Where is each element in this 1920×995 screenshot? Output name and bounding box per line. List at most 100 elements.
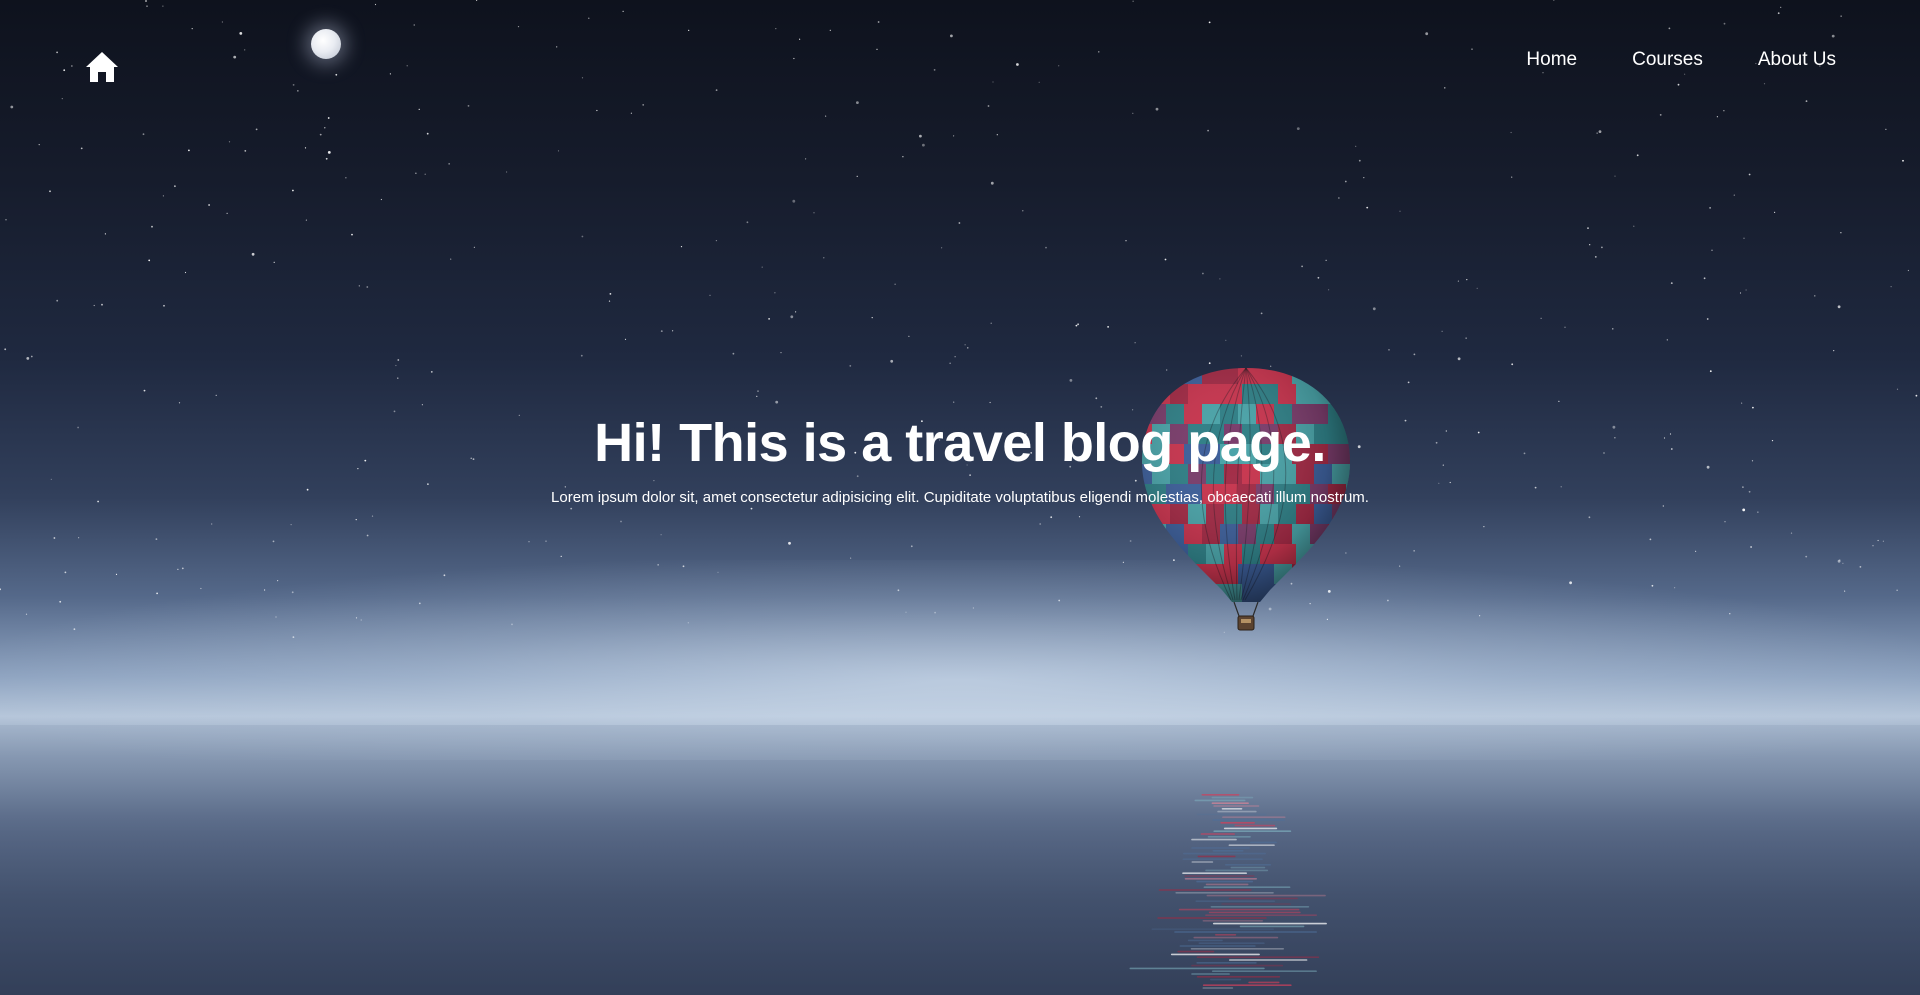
- star: [59, 600, 62, 603]
- star: [10, 105, 14, 109]
- star: [871, 317, 873, 319]
- balloon-tile: [1346, 368, 1350, 384]
- nav-link-home[interactable]: Home: [1526, 47, 1577, 73]
- star: [1479, 615, 1481, 617]
- star: [1674, 587, 1676, 589]
- star: [1225, 339, 1227, 341]
- reflection-streak: [1212, 850, 1244, 852]
- balloon-tile: [1332, 384, 1350, 404]
- star: [687, 622, 689, 624]
- star: [297, 90, 299, 92]
- reflection-streak: [1196, 976, 1281, 978]
- star: [1208, 21, 1211, 24]
- reflection-streak: [1197, 855, 1236, 858]
- star: [226, 212, 228, 214]
- star: [775, 400, 779, 404]
- reflection-streak: [1207, 836, 1251, 838]
- reflection-streak: [1202, 984, 1292, 986]
- star: [1058, 65, 1060, 67]
- reflection-streak: [1187, 939, 1223, 942]
- star: [642, 104, 645, 106]
- reflection-streak: [1157, 917, 1267, 919]
- balloon-tile: [1310, 368, 1328, 384]
- star: [174, 185, 176, 188]
- star: [1476, 287, 1478, 289]
- nav-link-courses[interactable]: Courses: [1632, 47, 1703, 73]
- star: [1733, 194, 1735, 196]
- star: [325, 157, 328, 160]
- hero-subtitle: Lorem ipsum dolor sit, amet consectetur …: [551, 489, 1369, 506]
- reflection-streak: [1202, 920, 1263, 922]
- star: [1601, 246, 1603, 249]
- star: [1132, 0, 1134, 2]
- star: [374, 3, 377, 6]
- star: [264, 589, 266, 591]
- star: [877, 21, 880, 23]
- balloon-tile: [1152, 584, 1170, 602]
- reflection-streak: [1174, 931, 1317, 933]
- reflection-streak: [1223, 827, 1278, 830]
- star: [1372, 307, 1376, 311]
- moon-icon: [311, 29, 341, 59]
- star: [1588, 516, 1591, 519]
- reflection-streak: [1179, 945, 1256, 947]
- balloon-tile: [1142, 524, 1148, 544]
- star: [143, 389, 146, 392]
- star: [78, 537, 80, 539]
- star: [1902, 159, 1904, 162]
- star: [358, 285, 360, 287]
- star: [1844, 590, 1846, 592]
- star: [1840, 232, 1842, 234]
- star: [406, 65, 408, 67]
- reflection-streak: [1191, 847, 1250, 849]
- star: [430, 371, 433, 373]
- star: [473, 246, 475, 248]
- reflection-streak: [1211, 802, 1249, 804]
- star: [761, 266, 763, 268]
- reflection-streak: [1208, 911, 1301, 914]
- star: [1328, 289, 1330, 291]
- star: [56, 51, 58, 54]
- star: [1399, 565, 1401, 567]
- star: [228, 141, 231, 143]
- star: [775, 28, 777, 30]
- star: [910, 545, 913, 548]
- star: [1896, 589, 1898, 591]
- star: [1896, 388, 1899, 390]
- star: [813, 212, 815, 214]
- star: [1833, 350, 1835, 352]
- reflection-streak: [1205, 883, 1249, 886]
- balloon-tile: [1350, 384, 1354, 404]
- star: [1325, 259, 1327, 261]
- star: [366, 534, 369, 537]
- star: [355, 617, 358, 619]
- star: [657, 564, 659, 566]
- reflection-streak: [1228, 844, 1275, 846]
- star: [1649, 538, 1652, 541]
- star: [1122, 561, 1124, 563]
- star: [908, 335, 910, 337]
- star: [1219, 278, 1221, 280]
- star: [155, 538, 158, 540]
- star: [958, 222, 961, 224]
- star: [239, 32, 243, 35]
- nav-link-about-us[interactable]: About Us: [1758, 47, 1836, 73]
- star: [1695, 550, 1697, 552]
- star: [1723, 22, 1726, 25]
- star: [156, 592, 159, 595]
- star: [1155, 107, 1159, 111]
- home-icon[interactable]: [84, 50, 120, 84]
- star: [933, 69, 936, 71]
- star: [1633, 225, 1635, 227]
- reflection-streak: [1196, 962, 1257, 964]
- star: [1840, 15, 1842, 17]
- star: [467, 105, 470, 107]
- balloon-tile: [1202, 604, 1220, 624]
- star: [1742, 508, 1746, 512]
- star: [324, 127, 326, 129]
- reflection-streak: [1191, 973, 1230, 975]
- star: [64, 571, 67, 574]
- star: [366, 286, 369, 288]
- star: [1511, 363, 1514, 366]
- star: [630, 112, 633, 114]
